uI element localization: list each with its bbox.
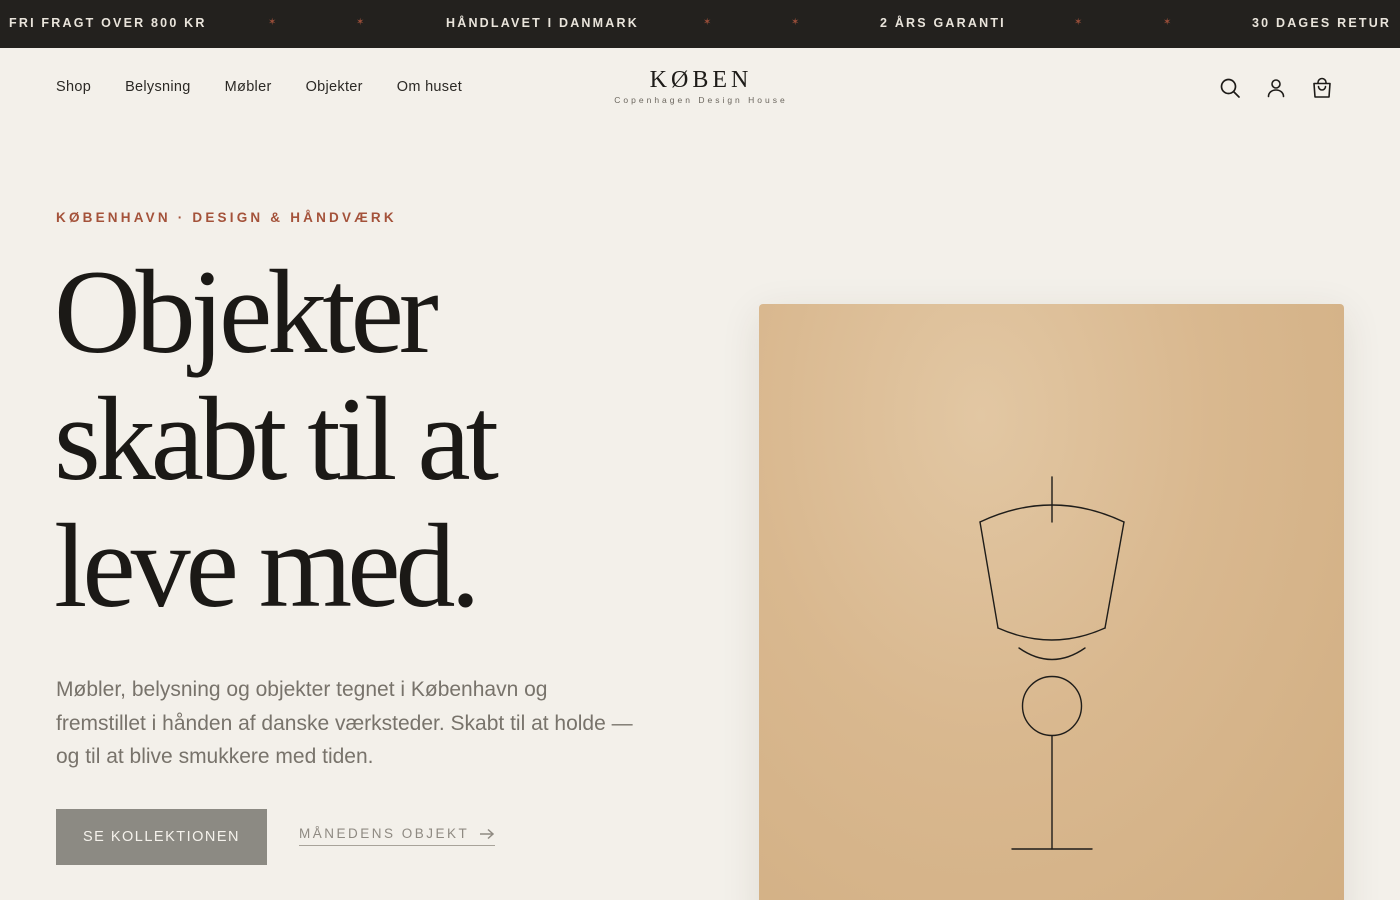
main-nav: Shop Belysning Møbler Objekter Om huset	[56, 79, 462, 95]
lamp-illustration	[979, 476, 1125, 850]
nav-link-mobler[interactable]: Møbler	[225, 79, 272, 95]
headline-line: leve med.	[54, 499, 480, 632]
nav-link-om-huset[interactable]: Om huset	[397, 79, 462, 95]
hero-image	[759, 304, 1344, 900]
hero-headline: Objekter skabt til at leve med.	[54, 248, 694, 629]
announcement-bar: FRI FRAGT OVER 800 KR ✶ ✶ HÅNDLAVET I DA…	[0, 0, 1400, 48]
announcement-separator: ✶	[703, 17, 714, 28]
announcement-separator: ✶	[1163, 17, 1174, 28]
arrow-right-icon	[480, 828, 495, 839]
announcement-item: FRI FRAGT OVER 800 KR	[9, 16, 207, 30]
account-icon[interactable]	[1264, 76, 1288, 100]
nav-link-shop[interactable]: Shop	[56, 79, 91, 95]
search-icon[interactable]	[1218, 76, 1242, 100]
hero-lede: Møbler, belysning og objekter tegnet i K…	[56, 678, 633, 768]
object-of-month-link[interactable]: MÅNEDENS OBJEKT	[299, 826, 496, 846]
announcement-separator: ✶	[356, 17, 367, 28]
announcement-item: 2 ÅRS GARANTI	[880, 16, 1006, 30]
logo[interactable]: KØBEN Copenhagen Design House	[560, 66, 842, 105]
headline-line: skabt til at	[54, 372, 499, 505]
announcement-item: HÅNDLAVET I DANMARK	[446, 16, 639, 30]
see-collection-button[interactable]: SE KOLLEKTIONEN	[56, 809, 267, 865]
header-actions	[1218, 76, 1334, 100]
logo-wordmark: KØBEN	[649, 67, 753, 93]
bag-icon[interactable]	[1310, 76, 1334, 100]
announcement-item: 30 DAGES RETUR	[1252, 16, 1392, 30]
nav-link-objekter[interactable]: Objekter	[306, 79, 363, 95]
logo-tagline: Copenhagen Design House	[614, 95, 788, 105]
announcement-separator: ✶	[268, 17, 279, 28]
object-of-month-label: MÅNEDENS OBJEKT	[299, 826, 470, 841]
announcement-separator: ✶	[1074, 17, 1085, 28]
nav-link-belysning[interactable]: Belysning	[125, 79, 191, 95]
announcement-separator: ✶	[791, 17, 802, 28]
hero-eyebrow: KØBENHAVN · DESIGN & HÅNDVÆRK	[56, 210, 397, 225]
headline-line: Objekter	[54, 245, 439, 378]
